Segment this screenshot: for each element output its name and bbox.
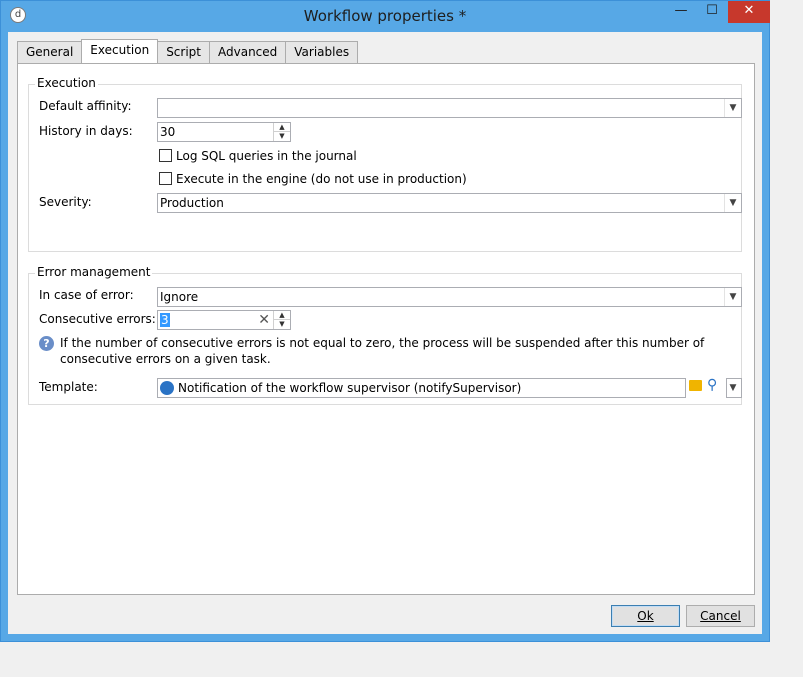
history-value: 30 — [160, 125, 176, 139]
template-dropdown-button[interactable]: ▼ — [726, 378, 742, 398]
clear-icon[interactable]: ✕ — [258, 311, 270, 329]
window-frame-left — [1, 32, 8, 641]
consecutive-errors-note: If the number of consecutive errors is n… — [60, 336, 705, 366]
spin-down-icon[interactable]: ▼ — [274, 320, 290, 329]
tab-execution[interactable]: Execution — [81, 39, 159, 63]
magnifier-icon[interactable]: ⚲ — [707, 377, 717, 393]
log-sql-checkbox-row[interactable]: Log SQL queries in the journal — [159, 149, 357, 163]
tab-general[interactable]: General — [17, 41, 83, 63]
error-management-group-title: Error management — [35, 265, 153, 279]
ok-button-label: Ok — [637, 609, 654, 623]
execute-engine-checkbox-row[interactable]: Execute in the engine (do not use in pro… — [159, 172, 467, 186]
tab-variables[interactable]: Variables — [285, 41, 359, 63]
chevron-down-icon[interactable]: ▼ — [724, 99, 741, 117]
consecutive-errors-value: 3 — [160, 313, 170, 327]
in-case-of-error-select[interactable]: Ignore ▼ — [157, 287, 742, 307]
cancel-button-label: Cancel — [700, 609, 741, 623]
spin-down-icon[interactable]: ▼ — [274, 132, 290, 141]
window-title: Workflow properties * — [303, 7, 467, 25]
tab-advanced[interactable]: Advanced — [209, 41, 287, 63]
execution-tab-panel: Execution Default affinity: ▼ History in… — [17, 63, 755, 595]
execute-engine-checkbox[interactable] — [159, 172, 172, 185]
dialog-window: d Workflow properties * — ☐ ✕ General Ex… — [0, 0, 770, 642]
spin-up-icon[interactable]: ▲ — [274, 311, 290, 320]
severity-select[interactable]: Production ▼ — [157, 193, 742, 213]
execute-engine-label: Execute in the engine (do not use in pro… — [176, 172, 467, 186]
in-case-of-error-label: In case of error: — [39, 288, 134, 302]
default-affinity-select[interactable]: ▼ — [157, 98, 742, 118]
close-button[interactable]: ✕ — [728, 1, 770, 23]
window-frame-right — [762, 32, 769, 641]
consecutive-errors-stepper[interactable]: 3 ✕ ▲ ▼ — [157, 310, 291, 330]
template-label: Template: — [39, 380, 98, 394]
default-affinity-label: Default affinity: — [39, 99, 132, 113]
severity-value: Production — [160, 196, 224, 210]
consecutive-spin-buttons: ▲ ▼ — [273, 311, 290, 329]
log-sql-label: Log SQL queries in the journal — [176, 149, 357, 163]
window-frame-bottom — [1, 634, 769, 641]
consecutive-errors-label: Consecutive errors: — [39, 312, 156, 326]
execution-group-title: Execution — [35, 76, 98, 90]
chevron-down-icon[interactable]: ▼ — [725, 379, 741, 397]
error-management-group: Error management In case of error: Ignor… — [28, 265, 742, 405]
tab-strip: General Execution Script Advanced Variab… — [17, 39, 359, 64]
severity-label: Severity: — [39, 195, 92, 209]
history-stepper[interactable]: 30 ▲ ▼ — [157, 122, 291, 142]
chevron-down-icon[interactable]: ▼ — [724, 288, 741, 306]
template-field[interactable]: Notification of the workflow supervisor … — [157, 378, 686, 398]
ok-button[interactable]: Ok — [611, 605, 680, 627]
cancel-button[interactable]: Cancel — [686, 605, 755, 627]
chevron-down-icon[interactable]: ▼ — [724, 194, 741, 212]
in-case-of-error-value: Ignore — [160, 290, 199, 304]
info-icon: ? — [39, 336, 54, 351]
spin-up-icon[interactable]: ▲ — [274, 123, 290, 132]
notification-template-icon — [160, 381, 174, 395]
history-label: History in days: — [39, 124, 133, 138]
folder-icon[interactable] — [689, 380, 702, 391]
log-sql-checkbox[interactable] — [159, 149, 172, 162]
minimize-button[interactable]: — — [666, 1, 696, 23]
history-spin-buttons: ▲ ▼ — [273, 123, 290, 141]
maximize-button[interactable]: ☐ — [697, 1, 727, 23]
execution-group: Execution Default affinity: ▼ History in… — [28, 76, 742, 252]
template-value: Notification of the workflow supervisor … — [178, 381, 522, 395]
tab-script[interactable]: Script — [157, 41, 210, 63]
dialog-client-area: General Execution Script Advanced Variab… — [8, 32, 762, 634]
